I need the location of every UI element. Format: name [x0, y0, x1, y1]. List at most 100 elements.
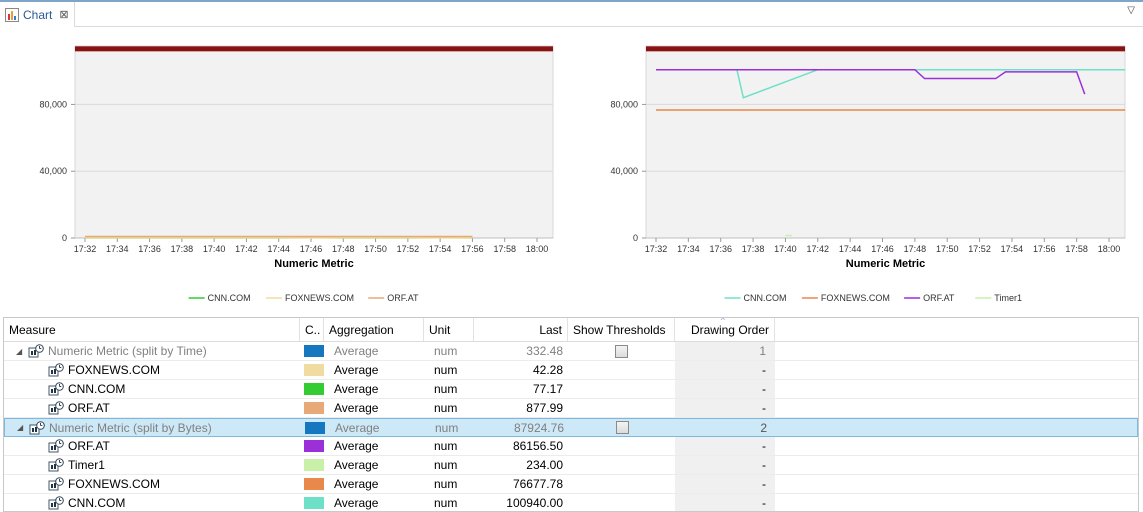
header-show-thresholds[interactable]: Show Thresholds: [568, 318, 675, 341]
color-swatch[interactable]: [304, 402, 324, 414]
table-row[interactable]: ORF.AT Average num 86156.50 -: [4, 437, 1138, 456]
table-row[interactable]: FOXNEWS.COM Average num 42.28 -: [4, 361, 1138, 380]
drawing-order-cell[interactable]: 2: [676, 419, 776, 436]
aggregation-cell[interactable]: Average: [324, 456, 424, 474]
tree-expand-icon[interactable]: ◢: [17, 423, 29, 432]
measure-name: FOXNEWS.COM: [68, 477, 160, 491]
drawing-order-cell[interactable]: -: [675, 475, 775, 493]
numeric-metric-icon: [48, 496, 64, 510]
color-swatch[interactable]: [304, 459, 324, 471]
color-cell[interactable]: [301, 419, 325, 436]
x-tick-label: 17:52: [397, 244, 420, 254]
show-thresholds-checkbox[interactable]: [615, 344, 628, 358]
x-tick-label: 17:52: [968, 244, 991, 254]
last-value-cell: 42.28: [532, 363, 563, 377]
table-row[interactable]: ORF.AT Average num 877.99 -: [4, 399, 1138, 418]
numeric-metric-icon: [48, 477, 64, 491]
aggregation-cell[interactable]: Average: [324, 342, 424, 360]
table-row[interactable]: CNN.COM Average num 100940.00 -: [4, 494, 1138, 511]
x-tick-label: 17:38: [171, 244, 194, 254]
measure-name: CNN.COM: [68, 496, 126, 510]
color-swatch[interactable]: [304, 345, 324, 357]
last-value-cell: 100940.00: [506, 496, 563, 510]
show-thresholds-cell: [568, 342, 675, 360]
tree-expand-icon[interactable]: ◢: [16, 347, 28, 356]
measure-name: ORF.AT: [68, 401, 110, 415]
table-row[interactable]: CNN.COM Average num 77.17 -: [4, 380, 1138, 399]
measure-cell: FOXNEWS.COM: [4, 361, 300, 379]
color-swatch[interactable]: [305, 421, 325, 434]
header-color[interactable]: C..: [300, 318, 324, 341]
color-cell[interactable]: [300, 437, 324, 455]
aggregation-cell[interactable]: Average: [324, 399, 424, 417]
color-cell[interactable]: [300, 475, 324, 493]
numeric-metric-icon: [48, 382, 64, 396]
x-tick-label: 18:00: [1098, 244, 1121, 254]
drawing-order-cell[interactable]: -: [675, 494, 775, 511]
show-thresholds-cell: [568, 456, 675, 474]
x-tick-label: 17:54: [429, 244, 452, 254]
x-tick-label: 17:56: [461, 244, 484, 254]
x-tick-label: 17:44: [839, 244, 862, 254]
color-cell[interactable]: [300, 380, 324, 398]
view-menu-chevron-icon[interactable]: ▽: [1127, 5, 1135, 16]
legend-label: ORF.AT: [387, 293, 419, 303]
numeric-metric-icon: [28, 344, 44, 358]
drawing-order-cell[interactable]: -: [675, 380, 775, 398]
measure-cell: ORF.AT: [4, 437, 300, 455]
color-swatch[interactable]: [304, 478, 324, 490]
show-thresholds-checkbox[interactable]: [616, 421, 629, 434]
color-cell[interactable]: [300, 456, 324, 474]
aggregation-cell[interactable]: Average: [324, 380, 424, 398]
last-value-cell: 77.17: [532, 382, 563, 396]
measure-name: ORF.AT: [68, 439, 110, 453]
x-tick-label: 17:46: [871, 244, 894, 254]
aggregation-cell[interactable]: Average: [324, 494, 424, 511]
unit-cell: num: [435, 420, 459, 435]
measure-name: Numeric Metric (split by Bytes): [49, 420, 212, 435]
unit-cell: num: [434, 401, 458, 415]
chart-tab[interactable]: Chart ⊠: [0, 2, 75, 27]
header-measure[interactable]: Measure: [4, 318, 300, 341]
drawing-order-cell[interactable]: -: [675, 437, 775, 455]
last-value-cell: 87924.76: [513, 420, 564, 435]
color-cell[interactable]: [300, 494, 324, 511]
table-row[interactable]: Timer1 Average num 234.00 -: [4, 456, 1138, 475]
aggregation-cell[interactable]: Average: [325, 419, 425, 436]
x-tick-label: 17:34: [106, 244, 129, 254]
color-swatch[interactable]: [304, 383, 324, 395]
x-tick-label: 17:50: [364, 244, 387, 254]
y-tick-label: 40,000: [610, 166, 638, 176]
show-thresholds-cell: [568, 475, 675, 493]
color-cell[interactable]: [300, 399, 324, 417]
aggregation-cell[interactable]: Average: [324, 475, 424, 493]
measure-cell: Timer1: [4, 456, 300, 474]
table-row-group[interactable]: ◢ Numeric Metric (split by Bytes) Average n…: [4, 418, 1138, 437]
header-drawing-order[interactable]: ^ Drawing Order: [675, 318, 775, 341]
x-tick-label: 17:36: [138, 244, 161, 254]
view-tab-bar: Chart ⊠ ▽: [0, 0, 1143, 27]
legend-label: FOXNEWS.COM: [285, 293, 354, 303]
sort-ascending-icon: ^: [721, 318, 725, 325]
drawing-order-cell[interactable]: -: [675, 361, 775, 379]
drawing-order-cell[interactable]: -: [675, 456, 775, 474]
color-cell[interactable]: [300, 361, 324, 379]
chart-tab-label: Chart: [23, 7, 53, 22]
color-cell[interactable]: [300, 342, 324, 360]
color-swatch[interactable]: [304, 364, 324, 376]
unit-cell: num: [434, 477, 458, 491]
header-last[interactable]: Last: [474, 318, 568, 341]
aggregation-cell[interactable]: Average: [324, 361, 424, 379]
close-icon[interactable]: ⊠: [59, 8, 68, 21]
color-swatch[interactable]: [304, 440, 324, 452]
aggregation-cell[interactable]: Average: [324, 437, 424, 455]
table-row[interactable]: FOXNEWS.COM Average num 76677.78 -: [4, 475, 1138, 494]
drawing-order-cell[interactable]: -: [675, 399, 775, 417]
header-unit[interactable]: Unit: [424, 318, 474, 341]
drawing-order-cell[interactable]: 1: [675, 342, 775, 360]
header-drawing-order-label: Drawing Order: [690, 322, 769, 337]
chart-icon: [5, 7, 19, 22]
color-swatch[interactable]: [304, 497, 324, 509]
table-row-group[interactable]: ◢ Numeric Metric (split by Time) Average nu…: [4, 342, 1138, 361]
header-aggregation[interactable]: Aggregation: [324, 318, 424, 341]
